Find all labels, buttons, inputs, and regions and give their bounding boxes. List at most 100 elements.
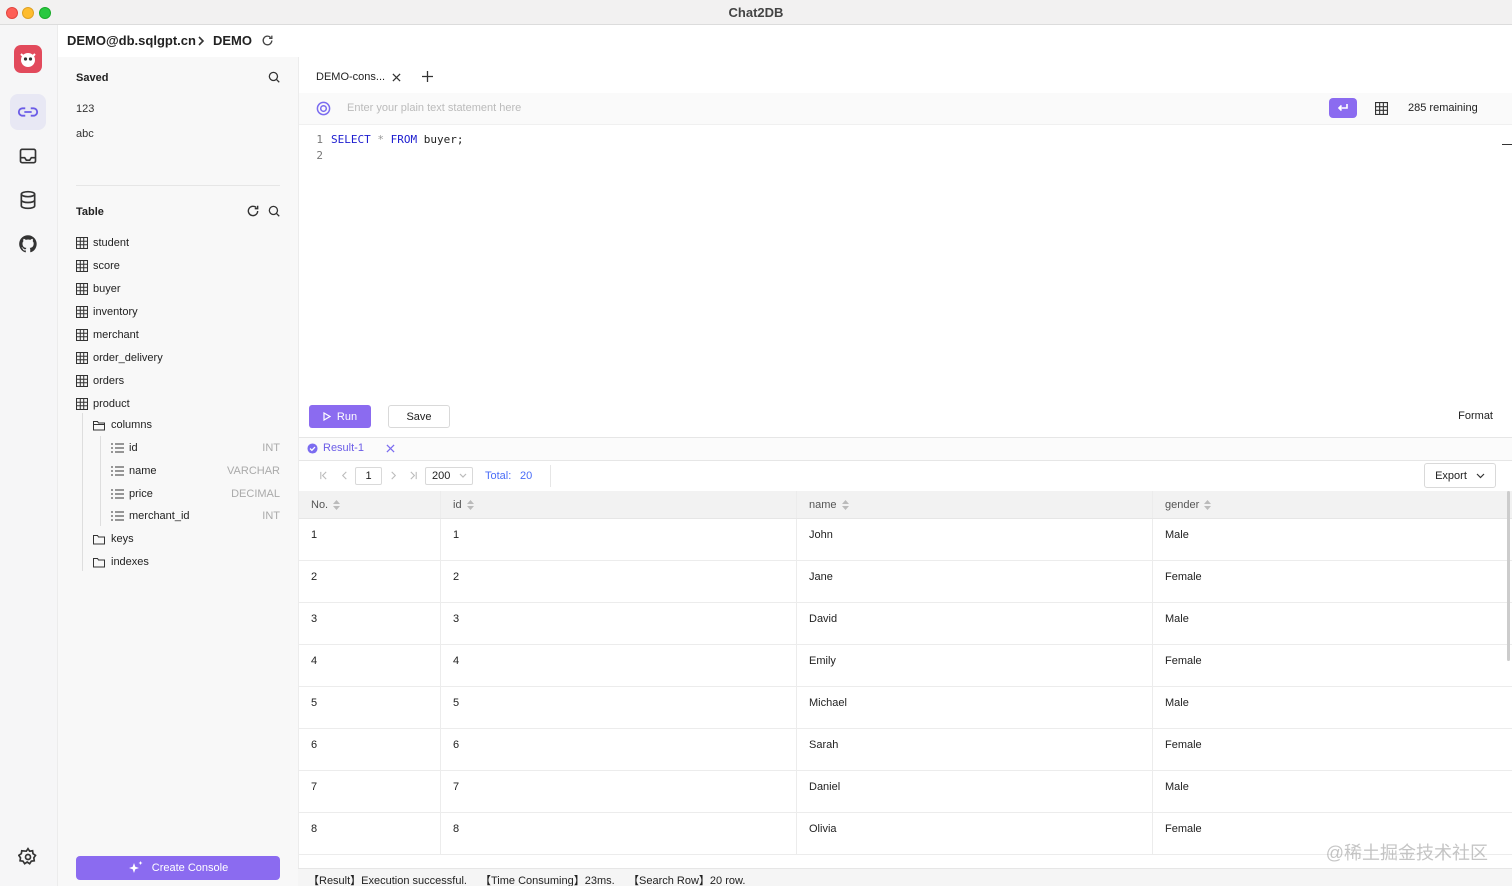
table-item-score[interactable]: score bbox=[76, 256, 120, 276]
table-cell[interactable]: Female bbox=[1153, 645, 1512, 686]
table-cell[interactable]: 1 bbox=[441, 519, 797, 560]
first-page-icon[interactable] bbox=[319, 471, 328, 480]
table-cell[interactable]: Female bbox=[1153, 729, 1512, 770]
table-cell[interactable]: 7 bbox=[441, 771, 797, 812]
tree-guide-line bbox=[100, 436, 101, 526]
table-cell[interactable]: 2 bbox=[299, 561, 441, 602]
close-icon[interactable] bbox=[386, 443, 395, 453]
column-item-merchant-id[interactable]: merchant_id INT bbox=[111, 506, 280, 526]
table-item-merchant[interactable]: merchant bbox=[76, 325, 139, 345]
table-cell[interactable]: Sarah bbox=[797, 729, 1153, 770]
saved-item[interactable]: 123 bbox=[76, 103, 94, 115]
table-row[interactable]: 7 7 Daniel Male bbox=[299, 771, 1512, 813]
tab-console[interactable]: DEMO-cons... bbox=[307, 63, 401, 91]
tree-folder-indexes[interactable]: indexes bbox=[93, 552, 149, 572]
column-header[interactable]: id bbox=[441, 491, 797, 518]
table-cell[interactable]: 3 bbox=[299, 603, 441, 644]
sort-icon[interactable] bbox=[333, 499, 341, 510]
table-cell[interactable]: 4 bbox=[441, 645, 797, 686]
ai-prompt-input[interactable]: Enter your plain text statement here bbox=[347, 102, 521, 114]
refresh-icon[interactable] bbox=[246, 204, 260, 218]
table-cell[interactable]: Male bbox=[1153, 603, 1512, 644]
table-cell[interactable]: 8 bbox=[441, 813, 797, 854]
column-item-name[interactable]: name VARCHAR bbox=[111, 461, 280, 481]
next-page-icon[interactable] bbox=[389, 471, 398, 480]
table-cell[interactable]: David bbox=[797, 603, 1153, 644]
table-cell[interactable]: 6 bbox=[441, 729, 797, 770]
column-header[interactable]: No. bbox=[299, 491, 441, 518]
close-icon[interactable] bbox=[392, 72, 401, 82]
plus-icon[interactable] bbox=[422, 71, 433, 82]
table-icon[interactable] bbox=[1375, 102, 1388, 115]
sort-icon[interactable] bbox=[841, 499, 849, 510]
table-item-order-delivery[interactable]: order_delivery bbox=[76, 348, 163, 368]
table-row[interactable]: 5 5 Michael Male bbox=[299, 687, 1512, 729]
table-cell[interactable]: 3 bbox=[441, 603, 797, 644]
column-item-id[interactable]: id INT bbox=[111, 438, 280, 458]
table-row[interactable]: 6 6 Sarah Female bbox=[299, 729, 1512, 771]
column-header[interactable]: gender bbox=[1153, 491, 1512, 518]
refresh-icon[interactable] bbox=[261, 34, 274, 47]
run-button[interactable]: Run bbox=[309, 405, 371, 428]
table-cell[interactable]: 6 bbox=[299, 729, 441, 770]
table-cell[interactable]: Male bbox=[1153, 519, 1512, 560]
table-row[interactable]: 4 4 Emily Female bbox=[299, 645, 1512, 687]
table-item-student[interactable]: student bbox=[76, 233, 129, 253]
search-icon[interactable] bbox=[267, 70, 281, 84]
table-cell[interactable]: Olivia bbox=[797, 813, 1153, 854]
table-row[interactable]: 2 2 Jane Female bbox=[299, 561, 1512, 603]
table-cell[interactable]: 7 bbox=[299, 771, 441, 812]
table-cell[interactable]: Female bbox=[1153, 561, 1512, 602]
table-cell[interactable]: 2 bbox=[441, 561, 797, 602]
connections-nav-button[interactable] bbox=[10, 94, 46, 130]
table-cell[interactable]: Male bbox=[1153, 771, 1512, 812]
ai-send-button[interactable] bbox=[1329, 98, 1357, 118]
status-bar: 【Result】Execution successful. 【Time Cons… bbox=[298, 868, 1512, 886]
table-cell[interactable]: 5 bbox=[299, 687, 441, 728]
saved-item[interactable]: abc bbox=[76, 128, 94, 140]
table-cell[interactable]: Daniel bbox=[797, 771, 1153, 812]
tree-folder-columns[interactable]: columns bbox=[93, 415, 152, 435]
table-cell[interactable]: 5 bbox=[441, 687, 797, 728]
table-cell[interactable]: 8 bbox=[299, 813, 441, 854]
table-item-product[interactable]: product bbox=[76, 394, 130, 414]
breadcrumb-connection[interactable]: DEMO@db.sqlgpt.cn bbox=[67, 33, 196, 48]
export-button[interactable]: Export bbox=[1424, 463, 1496, 488]
table-item-orders[interactable]: orders bbox=[76, 371, 124, 391]
column-item-price[interactable]: price DECIMAL bbox=[111, 484, 280, 504]
sql-editor[interactable]: 1 SELECT * FROM buyer; 2 bbox=[299, 131, 463, 163]
table-cell[interactable]: Michael bbox=[797, 687, 1153, 728]
table-cell[interactable]: Emily bbox=[797, 645, 1153, 686]
export-label: Export bbox=[1435, 469, 1467, 482]
settings-nav-button[interactable] bbox=[10, 839, 46, 875]
table-cell[interactable]: John bbox=[797, 519, 1153, 560]
page-size-select[interactable]: 200 bbox=[425, 467, 473, 485]
tab-result-1[interactable]: Result-1 bbox=[307, 442, 395, 454]
last-page-icon[interactable] bbox=[409, 471, 418, 480]
table-item-buyer[interactable]: buyer bbox=[76, 279, 121, 299]
column-header[interactable]: name bbox=[797, 491, 1153, 518]
save-button[interactable]: Save bbox=[388, 405, 450, 428]
table-row[interactable]: 1 1 John Male bbox=[299, 519, 1512, 561]
sort-icon[interactable] bbox=[466, 499, 474, 510]
prev-page-icon[interactable] bbox=[340, 471, 349, 480]
sort-icon[interactable] bbox=[1204, 499, 1212, 510]
table-cell[interactable]: Male bbox=[1153, 687, 1512, 728]
format-button[interactable]: Format bbox=[1458, 410, 1493, 422]
table-item-inventory[interactable]: inventory bbox=[76, 302, 138, 322]
table-row[interactable]: 3 3 David Male bbox=[299, 603, 1512, 645]
page-number-input[interactable]: 1 bbox=[355, 467, 382, 485]
folder-open-icon bbox=[93, 420, 105, 430]
database-nav-button[interactable] bbox=[10, 182, 46, 218]
table-cell[interactable]: 1 bbox=[299, 519, 441, 560]
tree-folder-keys[interactable]: keys bbox=[93, 529, 134, 549]
breadcrumb-database[interactable]: DEMO bbox=[213, 33, 252, 48]
dashboard-nav-button[interactable] bbox=[10, 138, 46, 174]
tree-guide-line bbox=[82, 413, 83, 571]
github-nav-button[interactable] bbox=[10, 226, 46, 262]
grid-scrollbar[interactable] bbox=[1507, 491, 1510, 661]
create-console-button[interactable]: Create Console bbox=[76, 856, 280, 880]
table-cell[interactable]: Jane bbox=[797, 561, 1153, 602]
table-cell[interactable]: 4 bbox=[299, 645, 441, 686]
search-icon[interactable] bbox=[267, 204, 281, 218]
